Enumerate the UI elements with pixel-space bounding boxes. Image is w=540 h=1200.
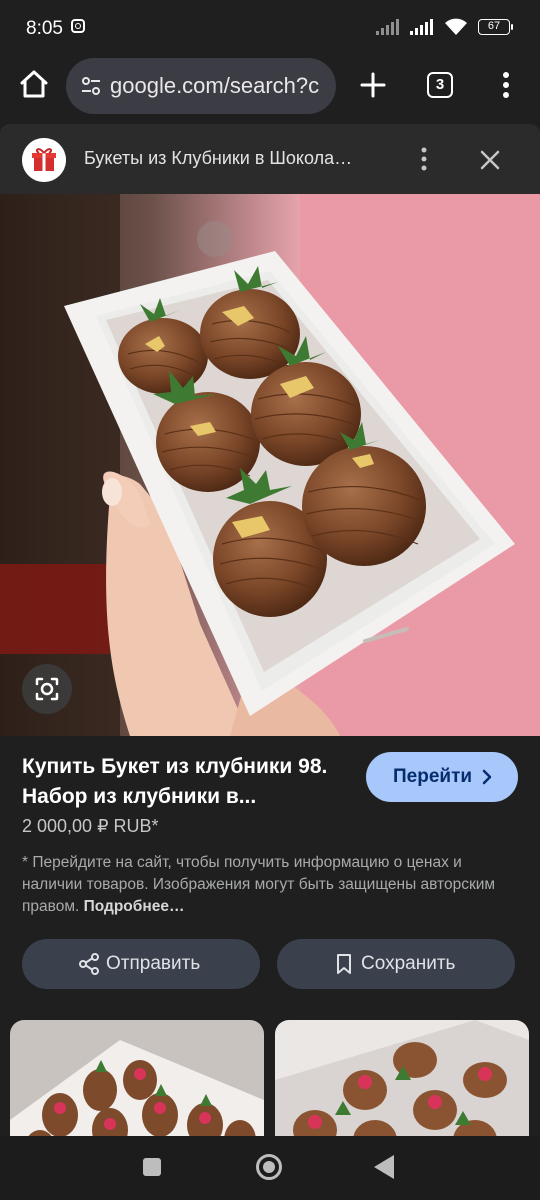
- system-nav-bar: [0, 1136, 540, 1200]
- product-image[interactable]: [0, 194, 540, 736]
- signal-icon: [376, 19, 400, 35]
- save-label: Сохранить: [361, 953, 456, 974]
- browser-toolbar: google.com/search?c 3: [0, 56, 540, 116]
- back-icon[interactable]: [374, 1155, 394, 1179]
- wifi-icon: [445, 18, 467, 35]
- status-time: 8:05: [26, 18, 63, 39]
- plus-icon[interactable]: [356, 68, 390, 102]
- url-text[interactable]: google.com/search?c: [110, 73, 328, 99]
- site-title[interactable]: Букеты из Клубники в Шокола…: [84, 148, 384, 169]
- visit-label: Перейти: [393, 766, 473, 787]
- close-icon[interactable]: [476, 146, 504, 174]
- product-price: 2 000,00 ₽ RUB*: [22, 816, 159, 836]
- result-sheet-header: Букеты из Клубники в Шокола…: [0, 124, 540, 194]
- gift-icon: [22, 138, 66, 182]
- more-link[interactable]: Подробнее…: [84, 898, 185, 915]
- bookmark-icon: [337, 954, 351, 974]
- address-bar[interactable]: google.com/search?c: [66, 58, 336, 114]
- tab-switcher-button[interactable]: 3: [427, 72, 453, 98]
- instagram-notification-icon: [71, 19, 85, 33]
- chevron-right-icon: [482, 769, 492, 785]
- status-bar: 8:05 67: [0, 0, 540, 56]
- save-button[interactable]: Сохранить: [277, 939, 515, 989]
- more-vert-icon[interactable]: [414, 144, 434, 174]
- home-icon[interactable]: [14, 64, 54, 104]
- recents-icon[interactable]: [143, 1158, 161, 1176]
- share-icon: [79, 953, 99, 975]
- lens-button[interactable]: [22, 664, 72, 714]
- visit-button[interactable]: Перейти: [366, 752, 518, 802]
- disclaimer: * Перейдите на сайт, чтобы получить инфо…: [22, 852, 512, 918]
- signal-icon: [410, 19, 434, 35]
- product-title[interactable]: Купить Букет из клубники 98. Набор из кл…: [22, 752, 352, 812]
- status-icons: 67: [376, 18, 513, 36]
- share-label: Отправить: [106, 953, 201, 974]
- battery-icon: 67: [478, 19, 513, 35]
- more-vert-icon[interactable]: [496, 70, 516, 100]
- share-button[interactable]: Отправить: [22, 939, 260, 989]
- lens-icon[interactable]: [22, 664, 72, 714]
- tune-icon[interactable]: [80, 75, 102, 97]
- home-nav-icon[interactable]: [256, 1154, 282, 1180]
